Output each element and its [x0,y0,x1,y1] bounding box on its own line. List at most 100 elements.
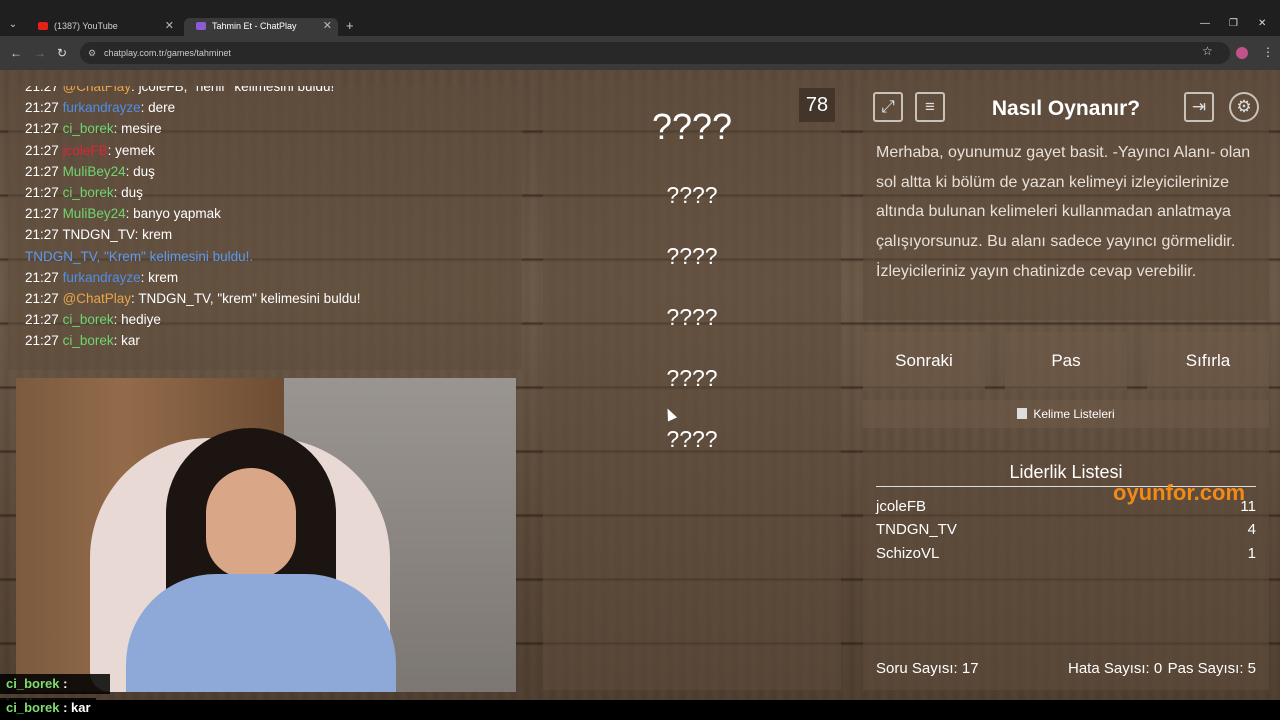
close-tab-icon[interactable]: ✕ [165,18,174,34]
question-count: Soru Sayısı: 17 [876,660,979,677]
leaderboard-row: jcoleFB 11 [876,498,1256,515]
chat-username: ci_borek [62,312,114,328]
chat-time: 21:27 [25,184,59,200]
browser-menu-icon[interactable]: ⋮ [1262,45,1274,59]
window-close-icon[interactable]: ✕ [1258,18,1266,29]
minimize-icon[interactable]: — [1200,18,1210,29]
url-text: chatplay.com.tr/games/tahminet [104,48,231,58]
book-icon [1017,408,1028,419]
tab-search-icon[interactable]: ⌄ [6,18,20,32]
tab-youtube[interactable]: (1387) YouTube ✕ [26,18,180,36]
settings-icon[interactable]: ⚙ [1229,92,1259,122]
chat-time: 21:27 [25,100,59,116]
chat-username: TNDGN_TV [62,227,135,243]
chat-system-message: TNDGN_TV, "Krem" kelimesini buldu!. [25,248,254,264]
main-word: ???? [651,106,733,147]
chat-message: 21:27 MuliBey24: banyo yapmak [25,206,221,222]
tab-chatplay[interactable]: Tahmin Et - ChatPlay ✕ [184,18,338,36]
maximize-icon[interactable]: ❐ [1229,18,1238,29]
chat-message: 21:27 furkandrayze: krem [25,269,179,285]
overlay-user: ci_borek [6,700,60,715]
back-icon[interactable]: ← [10,46,22,60]
chat-username: MuliBey24 [62,163,126,179]
chat-time: 21:27 [25,227,59,243]
chat-text: krem [142,227,173,243]
overlay-msg: : kar [63,700,91,715]
chat-message: 21:27 ci_borek: mesire [25,121,162,137]
chat-time: 21:27 [25,206,59,222]
chat-text: banyo yapmak [133,206,221,222]
forward-icon[interactable]: → [34,46,46,60]
chat-text: duş [133,163,155,179]
chat-message: 21:27 furkandrayze: dere [25,100,176,116]
chat-username: ci_borek [62,184,114,200]
player-name: jcoleFB [876,498,927,515]
forbidden-word: ???? [666,426,718,452]
how-to-play-title: Nasıl Oynanır? [991,97,1141,120]
youtube-icon [38,22,48,30]
fullscreen-icon[interactable]: ⤢ [873,92,903,122]
forbidden-word: ???? [666,243,718,269]
chat-text: yemek [115,142,155,158]
chat-message: 21:27 MuliBey24: duş [25,163,155,179]
address-bar-row: ← → ↻ ⚙ chatplay.com.tr/games/tahminet ☆… [0,36,1280,70]
chat-username: furkandrayze [62,100,141,116]
chat-time: 21:27 [25,290,59,306]
new-tab-icon[interactable]: + [346,18,354,34]
chat-text: kar [121,333,140,349]
chat-username: @ChatPlay [62,290,132,306]
player-name: TNDGN_TV [876,521,957,538]
list-icon[interactable]: ≡ [915,92,945,122]
url-field[interactable]: ⚙ chatplay.com.tr/games/tahminet [80,42,1230,64]
bottom-strip [0,700,1280,720]
bookmark-star-icon[interactable]: ☆ [1202,44,1213,58]
how-to-play-text: Merhaba, oyunumuz gayet basit. -Yayıncı … [876,144,1251,280]
chat-time: 21:27 [25,121,59,137]
chat-username: furkandrayze [62,269,141,285]
player-name: SchizoVL [876,545,940,562]
webcam-person-face [206,468,296,578]
chat-time: 21:27 [25,333,59,349]
pass-count: Pas Sayısı: 5 [1167,660,1256,677]
word-lists-button[interactable]: Kelime Listeleri [863,400,1269,428]
chat-time: 21:27 [25,142,59,158]
player-score: 4 [1247,521,1256,538]
leaderboard-row: SchizoVL 1 [876,545,1256,562]
reload-icon[interactable]: ↻ [57,46,67,60]
chat-username: ci_borek [62,333,114,349]
chat-message: 21:27 ci_borek: kar [25,333,140,349]
leaderboard-row: TNDGN_TV 4 [876,521,1256,538]
chat-message: 21:27 TNDGN_TV: krem [25,227,173,243]
site-info-icon[interactable]: ⚙ [88,48,98,58]
chat-message: 21:27 @ChatPlay: TNDGN_TV, "krem" kelime… [25,290,361,306]
chatplay-icon [196,22,206,30]
player-score: 11 [1240,498,1256,515]
leaderboard-panel: Liderlik Listesi oyunfor.com jcoleFB 11 … [863,450,1269,690]
tab-title: (1387) YouTube [54,21,118,31]
game-page: 21:27 @ChatPlay: jcoleFB, "nehir" kelime… [0,70,1280,700]
chat-message: 21:27 jcoleFB: yemek [25,142,155,158]
chat-time: 21:27 [25,269,59,285]
stream-overlay-message: ci_borek : hediye [0,674,110,711]
pass-button[interactable]: Pas [1005,332,1127,390]
word-lists-label: Kelime Listeleri [1033,407,1115,421]
chat-text: duş [121,184,143,200]
chat-text: TNDGN_TV, "krem" kelimesini buldu! [138,290,361,306]
chat-username: @ChatPlay [62,86,132,94]
chat-time: 21:27 [25,86,59,94]
exit-icon[interactable]: ⇥ [1184,92,1214,122]
next-button[interactable]: Sonraki [863,332,985,390]
chat-text: jcoleFB, "nehir" kelimesini buldu! [138,86,335,94]
webcam-person-body [126,574,396,692]
reset-button[interactable]: Sıfırla [1147,332,1269,390]
chat-panel: 21:27 @ChatPlay: jcoleFB, "nehir" kelime… [8,86,522,370]
chat-message: 21:27 ci_borek: hediye [25,312,161,328]
error-count: Hata Sayısı: 0 [1068,660,1163,677]
stream-overlay-message: ci_borek : kar [0,698,96,718]
close-tab-icon[interactable]: ✕ [323,18,332,34]
profile-avatar[interactable] [1236,47,1248,59]
chat-message: 21:27 @ChatPlay: jcoleFB, "nehir" kelime… [25,86,522,97]
chat-text: dere [148,100,176,116]
chat-username: ci_borek [62,121,114,137]
webcam-feed [16,378,516,692]
